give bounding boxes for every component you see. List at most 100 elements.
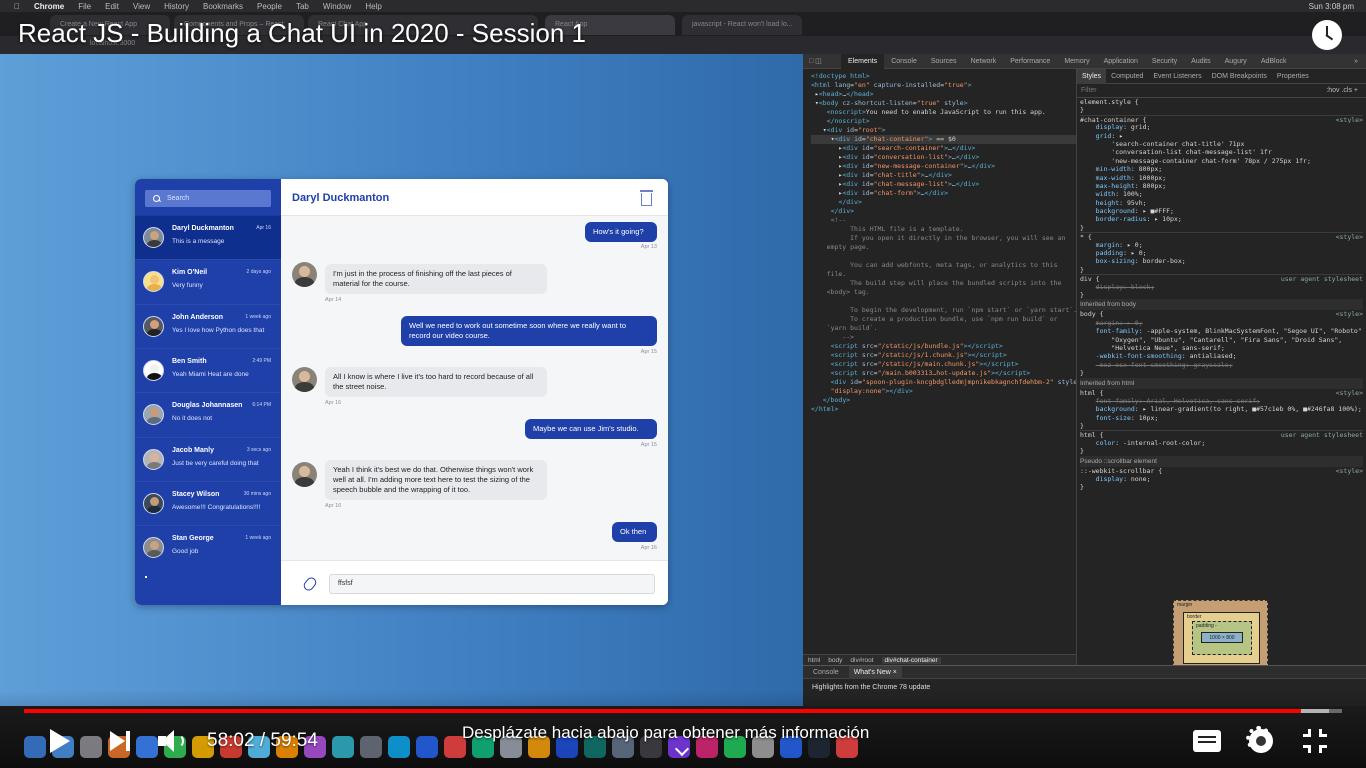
style-rule-line[interactable]: margin: ▸ 0; bbox=[1080, 319, 1363, 327]
breadcrumb-item[interactable]: body bbox=[828, 657, 842, 664]
devtools-tab[interactable]: AdBlock bbox=[1254, 58, 1294, 65]
style-rule-line[interactable]: background: ▸ ■#FFF; bbox=[1080, 207, 1363, 215]
browser-tab[interactable]: javascript - React won't load lo... bbox=[682, 15, 802, 35]
style-rule-line[interactable]: user agent stylesheet div { bbox=[1080, 274, 1363, 283]
dom-node-line[interactable]: "display:none"></div> bbox=[811, 387, 1076, 396]
style-rule-line[interactable]: <style> * { bbox=[1080, 232, 1363, 241]
style-rule-line[interactable]: } bbox=[1080, 106, 1363, 114]
style-rule-line[interactable]: "Helvetica Neue", sans-serif; bbox=[1080, 344, 1363, 352]
style-rule-line[interactable]: Pseudo ::scrollbar element bbox=[1080, 455, 1363, 467]
dom-node-line[interactable]: ▾<body cz-shortcut-listen="true" style> bbox=[811, 99, 1076, 108]
dom-node-line[interactable]: </div> bbox=[811, 207, 1076, 216]
dom-node-line[interactable]: To begin the development, run `npm start… bbox=[811, 306, 1076, 315]
style-rule-line[interactable]: } bbox=[1080, 224, 1363, 232]
style-rule-line[interactable]: user agent stylesheet html { bbox=[1080, 430, 1363, 439]
style-rule-line[interactable]: box-sizing: border-box; bbox=[1080, 257, 1363, 265]
play-button[interactable] bbox=[48, 728, 72, 754]
dom-node-line[interactable]: This HTML file is a template. bbox=[811, 225, 1076, 234]
style-rule-line[interactable]: } bbox=[1080, 447, 1363, 455]
styles-tab[interactable]: DOM Breakpoints bbox=[1207, 73, 1272, 80]
menu-help[interactable]: Help bbox=[365, 2, 381, 11]
dom-node-line[interactable]: <html lang="en" capture-installed="true"… bbox=[811, 81, 1076, 90]
devtools-tab[interactable]: Console bbox=[884, 58, 924, 65]
style-rule-line[interactable]: } bbox=[1080, 422, 1363, 430]
breadcrumb-item[interactable]: div#chat-container bbox=[881, 656, 941, 664]
dom-node-line[interactable]: ▸<div id="chat-title">…</div> bbox=[811, 171, 1076, 180]
style-rule-line[interactable]: <style> #chat-container { bbox=[1080, 114, 1363, 123]
video-title[interactable]: React JS - Building a Chat UI in 2020 - … bbox=[18, 18, 586, 49]
conversation-item[interactable]: Stan George 1 week ago Good job bbox=[135, 525, 281, 569]
style-rule-line[interactable]: margin: ▸ 0; bbox=[1080, 241, 1363, 249]
styles-filter[interactable]: Filter :hov .cls + bbox=[1077, 84, 1366, 98]
devtools-tab[interactable]: Audits bbox=[1184, 58, 1217, 65]
dom-node-line[interactable]: `yarn build`. bbox=[811, 324, 1076, 333]
devtools-tab[interactable]: Augury bbox=[1218, 58, 1254, 65]
style-rule-line[interactable]: 'conversation-list chat-message-list' 1f… bbox=[1080, 148, 1363, 156]
style-rule-line[interactable]: background: ▸ linear-gradient(to right, … bbox=[1080, 405, 1363, 413]
volume-button[interactable] bbox=[156, 728, 190, 754]
devtools-tab[interactable]: Performance bbox=[1003, 58, 1057, 65]
fullscreen-button[interactable] bbox=[1303, 729, 1327, 753]
menu-history[interactable]: History bbox=[164, 2, 189, 11]
style-rule-line[interactable]: max-height: 800px; bbox=[1080, 182, 1363, 190]
style-rule-line[interactable]: 'search-container chat-title' 71px bbox=[1080, 140, 1363, 148]
dom-node-line[interactable]: empty page. bbox=[811, 243, 1076, 252]
style-rule-line[interactable]: font-family: -apple-system, BlinkMacSyst… bbox=[1080, 327, 1363, 335]
conversation-item[interactable]: Stacey Wilson 30 mins ago Awesome!!! Congr… bbox=[135, 480, 281, 525]
dom-node-line[interactable]: <noscript>You need to enable JavaScript … bbox=[811, 108, 1076, 117]
breadcrumb-item[interactable]: html bbox=[808, 657, 820, 664]
dom-node-line[interactable]: <!-- bbox=[811, 216, 1076, 225]
dom-node-line[interactable]: file. bbox=[811, 270, 1076, 279]
dom-node-line[interactable]: </body> bbox=[811, 396, 1076, 405]
dom-node-line[interactable]: You can add webfonts, meta tags, or anal… bbox=[811, 261, 1076, 270]
menu-people[interactable]: People bbox=[257, 2, 282, 11]
dom-node-line[interactable]: ▸<div id="chat-message-list">…</div> bbox=[811, 180, 1076, 189]
dom-node-line[interactable]: <div id="spoon-plugin-kncgbdglledmjmpnik… bbox=[811, 378, 1076, 387]
breadcrumb-item[interactable]: div#root bbox=[850, 657, 873, 664]
styles-tab[interactable]: Properties bbox=[1272, 73, 1314, 80]
style-rule-line[interactable]: <style> html { bbox=[1080, 389, 1363, 397]
scroll-hint[interactable]: Desplázate hacia abajo para obtener más … bbox=[462, 723, 869, 743]
progress-bar[interactable] bbox=[24, 709, 1342, 713]
dom-node-line[interactable]: ▸<div id="new-message-container">…</div> bbox=[811, 162, 1076, 171]
apple-icon[interactable]:  bbox=[14, 2, 20, 11]
style-rule-line[interactable]: display: block; bbox=[1080, 283, 1363, 291]
more-tabs-icon[interactable]: » bbox=[1354, 58, 1366, 65]
message-input[interactable]: ffsfsf bbox=[329, 574, 655, 594]
style-rule-line[interactable]: } bbox=[1080, 291, 1363, 299]
style-rule-line[interactable]: width: 100%; bbox=[1080, 190, 1363, 198]
style-rule-line[interactable]: display: none; bbox=[1080, 475, 1363, 483]
dom-node-line[interactable]: The build step will place the bundled sc… bbox=[811, 279, 1076, 288]
dom-node-line[interactable]: </html> bbox=[811, 405, 1076, 414]
style-rule-line[interactable]: } bbox=[1080, 369, 1363, 377]
settings-button[interactable] bbox=[1246, 726, 1273, 753]
style-rule-line[interactable]: color: -internal-root-color; bbox=[1080, 439, 1363, 447]
style-rule-line[interactable]: element.style { bbox=[1080, 98, 1363, 106]
filter-tools[interactable]: :hov .cls + bbox=[1326, 87, 1362, 94]
search-input[interactable]: Search bbox=[145, 190, 271, 207]
styles-tab[interactable]: Styles bbox=[1077, 69, 1107, 84]
dom-node-line[interactable]: ▸<div id="search-container">…</div> bbox=[811, 144, 1076, 153]
style-rule-line[interactable]: "Oxygen", "Ubuntu", "Cantarell", "Fira S… bbox=[1080, 336, 1363, 344]
dock-app-icon[interactable] bbox=[136, 736, 158, 758]
dom-node-line[interactable]: </noscript> bbox=[811, 117, 1076, 126]
style-rule-line[interactable]: border-radius: ▸ 10px; bbox=[1080, 215, 1363, 223]
dock-app-icon[interactable] bbox=[416, 736, 438, 758]
menu-window[interactable]: Window bbox=[323, 2, 351, 11]
dock-app-icon[interactable] bbox=[360, 736, 382, 758]
style-rule-line[interactable]: } bbox=[1080, 266, 1363, 274]
dom-node-line[interactable] bbox=[811, 252, 1076, 261]
conversation-item[interactable]: John Anderson 1 week ago Yes I love how Py… bbox=[135, 303, 281, 348]
menu-bookmarks[interactable]: Bookmarks bbox=[203, 2, 243, 11]
style-rule-line[interactable]: } bbox=[1080, 483, 1363, 491]
dom-node-line[interactable]: --> bbox=[811, 333, 1076, 342]
dom-node-line[interactable]: <script src="/static/js/bundle.js"></scr… bbox=[811, 342, 1076, 351]
devtools-tab[interactable]: Security bbox=[1145, 58, 1184, 65]
conversation-item[interactable]: Ben Smith 2:49 PM Yeah Miami Heat are done bbox=[135, 347, 281, 392]
menu-view[interactable]: View bbox=[133, 2, 150, 11]
conversation-item[interactable]: Douglas Johannasen 6:14 PM No it does not bbox=[135, 392, 281, 436]
dom-node-line[interactable] bbox=[811, 297, 1076, 306]
dom-node-line[interactable]: If you open it directly in the browser, … bbox=[811, 234, 1076, 243]
styles-tab[interactable]: Computed bbox=[1106, 73, 1148, 80]
paperclip-icon[interactable] bbox=[301, 575, 319, 593]
